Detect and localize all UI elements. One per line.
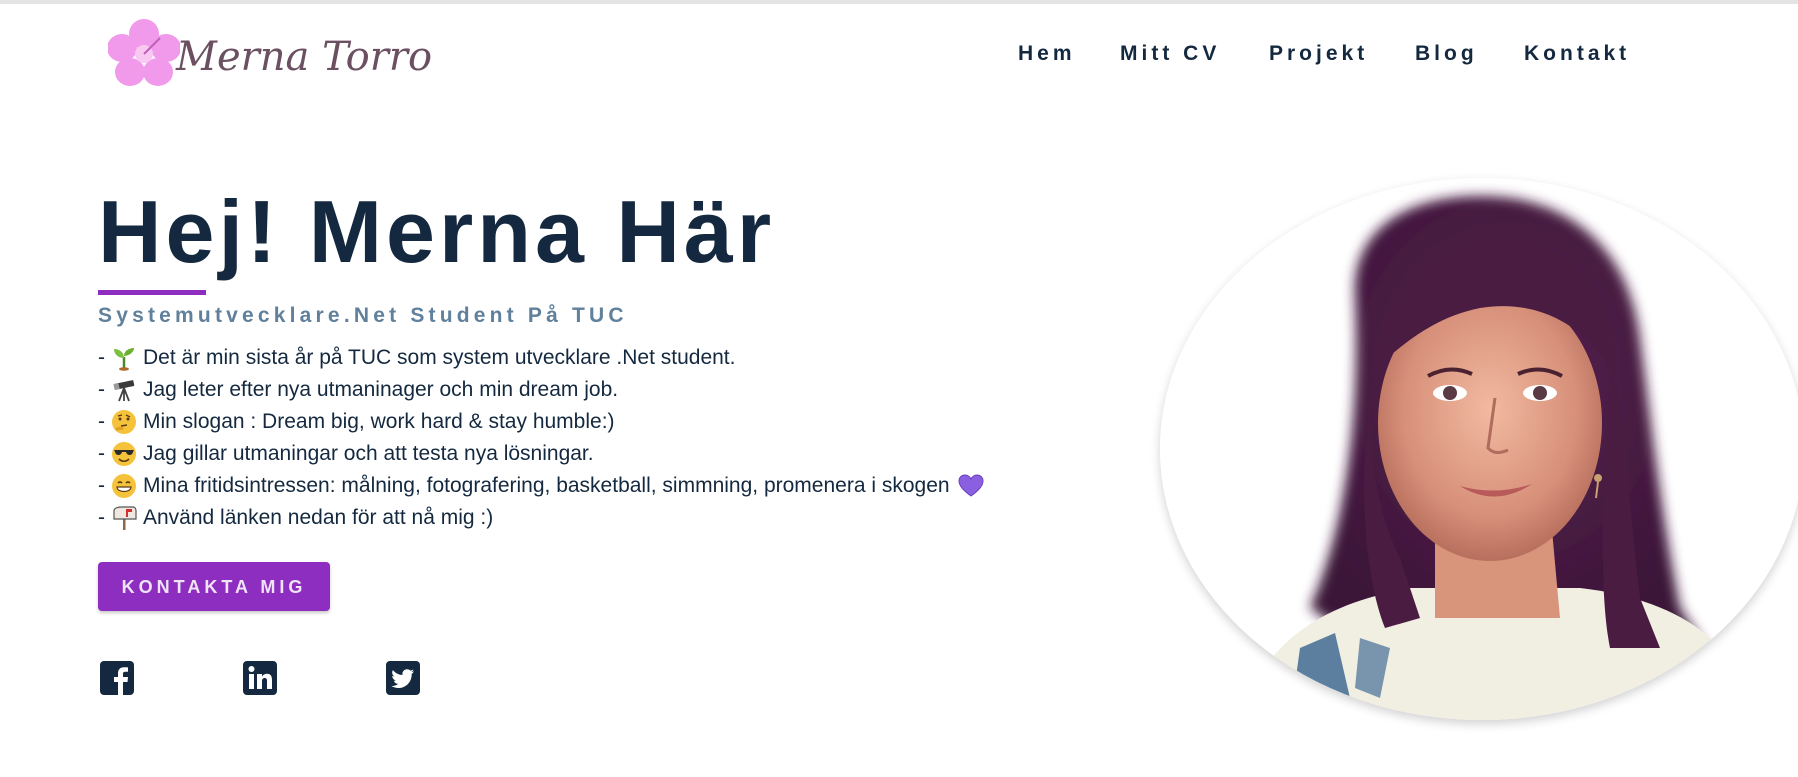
bullet-dash: - xyxy=(98,346,105,369)
bullet-dash: - xyxy=(98,442,105,465)
nav-item-kontakt[interactable]: Kontakt xyxy=(1524,42,1630,66)
list-item-text: Min slogan : Dream big, work hard & stay… xyxy=(143,410,615,433)
list-item-text: Jag gillar utmaningar och att testa nya … xyxy=(143,442,594,465)
list-item: - Jag leter efter nya utmaninager och mi… xyxy=(98,374,984,406)
list-item-text: Använd länken nedan för att nå mig :) xyxy=(143,506,494,529)
top-border xyxy=(0,0,1798,4)
twitter-icon[interactable] xyxy=(385,660,421,696)
intro-list: - Det är min sista år på TUC som system … xyxy=(98,342,984,534)
logo-text: Merna Torro xyxy=(176,34,433,80)
grinning-face-icon xyxy=(112,474,136,498)
purple-heart-icon xyxy=(958,474,984,497)
linkedin-icon[interactable] xyxy=(242,660,278,696)
bullet-dash: - xyxy=(98,474,105,497)
hero-subtitle: Systemutvecklare.Net Student På TUC xyxy=(98,304,628,327)
nav-item-blog[interactable]: Blog xyxy=(1415,42,1478,66)
bullet-dash: - xyxy=(98,410,105,433)
title-underline xyxy=(98,290,206,295)
mailbox-icon xyxy=(113,506,137,530)
list-item-text: Jag leter efter nya utmaninager och min … xyxy=(143,378,619,401)
telescope-icon xyxy=(113,380,135,402)
list-item: - Mina fritidsintressen: målning, fotogr… xyxy=(98,470,984,502)
facebook-icon[interactable] xyxy=(99,660,135,696)
list-item: - Min slogan : Dream big, work hard & st… xyxy=(98,406,984,438)
thinking-face-icon xyxy=(112,410,136,434)
list-item: - Det är min sista år på TUC som system … xyxy=(98,342,984,374)
nav-item-projekt[interactable]: Projekt xyxy=(1269,42,1368,66)
list-item: - Använd länken nedan för att nå mig :) xyxy=(98,502,984,534)
nav-item-hem[interactable]: Hem xyxy=(1018,42,1076,66)
bullet-dash: - xyxy=(98,506,105,529)
site-logo[interactable]: Merna Torro xyxy=(108,18,432,90)
list-item-text: Mina fritidsintressen: målning, fotograf… xyxy=(143,474,950,497)
seedling-icon xyxy=(114,348,134,371)
nav-item-mitt-cv[interactable]: Mitt CV xyxy=(1120,42,1220,66)
list-item: - Jag gillar utmaningar och att testa ny… xyxy=(98,438,984,470)
contact-me-button[interactable]: KONTAKTA MIG xyxy=(98,562,330,611)
list-item-text: Det är min sista år på TUC som system ut… xyxy=(143,346,736,369)
profile-photo xyxy=(1160,178,1798,720)
hibiscus-flower-icon xyxy=(108,19,180,86)
sunglasses-face-icon xyxy=(112,442,136,466)
bullet-dash: - xyxy=(98,378,105,401)
hero-title: Hej! Merna Här xyxy=(98,182,776,281)
